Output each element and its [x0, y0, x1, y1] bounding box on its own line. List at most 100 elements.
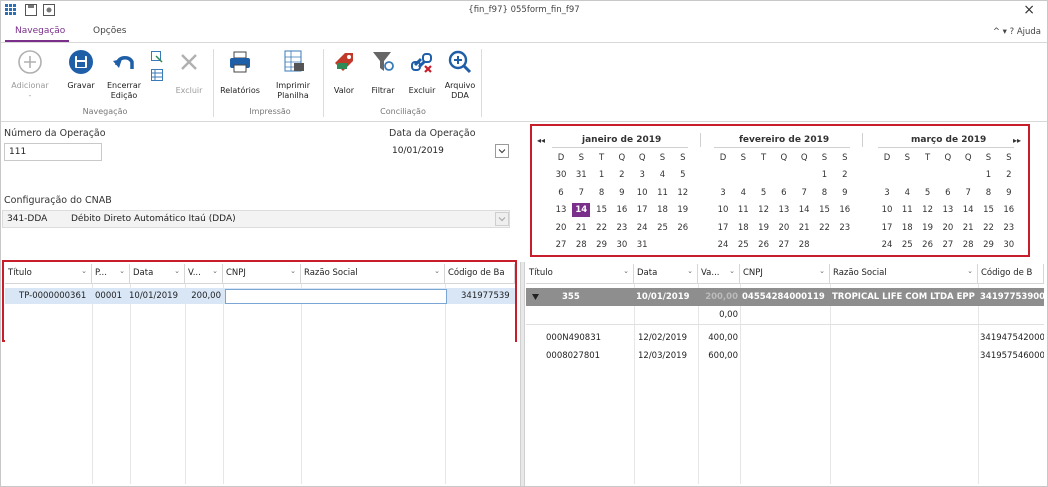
calendar-day[interactable]: 10	[633, 186, 651, 200]
calendar-day[interactable]: 10	[714, 203, 732, 217]
calendar-prev-icon[interactable]: ◂◂	[537, 136, 545, 145]
calendar-day[interactable]: 5	[674, 168, 692, 182]
calendar-day[interactable]: 31	[572, 168, 590, 182]
col-header-cnpj[interactable]: CNPJ ⌄	[223, 264, 301, 284]
filtrar-button[interactable]: Filtrar	[365, 49, 401, 96]
calendar-day[interactable]: 22	[816, 221, 834, 235]
calendar-day[interactable]: 6	[775, 186, 793, 200]
calendar-day[interactable]: 19	[919, 221, 937, 235]
numero-operacao-field[interactable]: 111	[4, 143, 102, 161]
calendar-day[interactable]: 20	[552, 221, 570, 235]
calendar-day[interactable]: 2	[836, 168, 854, 182]
calendar-day[interactable]: 30	[552, 168, 570, 182]
col-header-codigo-barras[interactable]: Código de Ba	[445, 264, 515, 284]
calendar-day[interactable]: 12	[674, 186, 692, 200]
column-dropdown-icon[interactable]: ⌄	[729, 267, 735, 275]
calendar-day[interactable]: 7	[959, 186, 977, 200]
calendar-day[interactable]: 5	[919, 186, 937, 200]
column-dropdown-icon[interactable]: ⌄	[290, 267, 296, 275]
calendar-day[interactable]: 1	[980, 168, 998, 182]
relatorios-button[interactable]: Relatórios	[217, 49, 263, 96]
calendar-day[interactable]: 25	[734, 238, 752, 252]
calendar-day[interactable]: 16	[1000, 203, 1018, 217]
help-label[interactable]: Ajuda	[1017, 27, 1041, 37]
calendar-day[interactable]: 7	[572, 186, 590, 200]
col-header-parcela[interactable]: P... ⌄	[92, 264, 130, 284]
tab-opcoes[interactable]: Opções	[93, 26, 126, 36]
column-dropdown-icon[interactable]: ⌄	[174, 267, 180, 275]
calendar-day[interactable]: 13	[552, 203, 570, 217]
calendar-day[interactable]: 1	[816, 168, 834, 182]
calendar-day[interactable]: 17	[878, 221, 896, 235]
calendar-day[interactable]: 19	[755, 221, 773, 235]
calendar-day[interactable]: 17	[714, 221, 732, 235]
calendar-day[interactable]: 29	[980, 238, 998, 252]
calendar-day[interactable]: 5	[755, 186, 773, 200]
imprimir-planilha-button[interactable]: Imprimir Planilha	[267, 49, 319, 101]
gravar-button[interactable]: Gravar	[61, 49, 101, 91]
calendar-day[interactable]: 17	[633, 203, 651, 217]
data-operacao-field[interactable]: 10/01/2019	[387, 142, 511, 160]
calendar-day[interactable]: 14	[795, 203, 813, 217]
calendar-day[interactable]: 22	[593, 221, 611, 235]
calendar-day[interactable]: 28	[959, 238, 977, 252]
col-header-razao-social[interactable]: Razão Social ⌄	[830, 264, 978, 284]
calendar-day[interactable]: 24	[633, 221, 651, 235]
calendar-day[interactable]: 25	[654, 221, 672, 235]
calendar-day[interactable]: 3	[714, 186, 732, 200]
column-dropdown-icon[interactable]: ⌄	[623, 267, 629, 275]
column-dropdown-icon[interactable]: ⌄	[967, 267, 973, 275]
encerrar-edicao-button[interactable]: Encerrar Edição	[103, 49, 145, 101]
ribbon-controls-icon[interactable]: ^ ▾ ?	[993, 27, 1014, 37]
calendar-day[interactable]: 11	[654, 186, 672, 200]
col-header-titulo[interactable]: Título ⌄	[526, 264, 634, 284]
calendar-day[interactable]: 26	[755, 238, 773, 252]
valor-button[interactable]: Valor	[327, 49, 361, 96]
calendar-day[interactable]: 7	[795, 186, 813, 200]
configuracao-cnab-select[interactable]: 341-DDA Débito Direto Automático Itaú (D…	[2, 210, 510, 228]
calendar-day[interactable]: 27	[939, 238, 957, 252]
calendar-day[interactable]: 12	[919, 203, 937, 217]
tab-navegacao[interactable]: Navegação	[15, 26, 65, 36]
calendar-day[interactable]: 25	[898, 238, 916, 252]
calendar-day[interactable]: 18	[898, 221, 916, 235]
calendar-day[interactable]: 15	[980, 203, 998, 217]
calendar-day[interactable]: 26	[674, 221, 692, 235]
calendar-day[interactable]: 30	[613, 238, 631, 252]
calendar-day[interactable]: 22	[980, 221, 998, 235]
calendar-day[interactable]: 19	[674, 203, 692, 217]
calendar-day[interactable]: 30	[1000, 238, 1018, 252]
calendar-day[interactable]: 8	[816, 186, 834, 200]
help-area[interactable]: ^ ▾ ? Ajuda	[993, 27, 1041, 37]
column-dropdown-icon[interactable]: ⌄	[212, 267, 218, 275]
table-row[interactable]: 000N490831 12/02/2019 400,00 341947542000	[526, 330, 1044, 346]
col-header-codigo-barras[interactable]: Código de B	[978, 264, 1044, 284]
calendar-day[interactable]: 1	[593, 168, 611, 182]
panel-splitter[interactable]	[520, 262, 525, 486]
calendar-day[interactable]: 18	[654, 203, 672, 217]
close-icon[interactable]: ×	[1023, 2, 1035, 18]
calendar-day[interactable]: 8	[980, 186, 998, 200]
collapse-triangle-icon[interactable]	[532, 294, 539, 300]
calendar-day[interactable]: 31	[633, 238, 651, 252]
calendar-day[interactable]: 3	[878, 186, 896, 200]
calendar-day[interactable]: 23	[836, 221, 854, 235]
calendar-day[interactable]: 11	[734, 203, 752, 217]
col-header-valor[interactable]: V... ⌄	[185, 264, 223, 284]
column-dropdown-icon[interactable]: ⌄	[687, 267, 693, 275]
col-header-data[interactable]: Data ⌄	[130, 264, 185, 284]
calendar-day[interactable]: 28	[572, 238, 590, 252]
calendar-day[interactable]: 9	[836, 186, 854, 200]
calendar-day[interactable]: 9	[1000, 186, 1018, 200]
calendar-day[interactable]: 27	[775, 238, 793, 252]
column-dropdown-icon[interactable]: ⌄	[819, 267, 825, 275]
col-header-razao-social[interactable]: Razão Social ⌄	[301, 264, 445, 284]
group-row[interactable]: 355 10/01/2019 200,00 04554284000119 TRO…	[526, 288, 1044, 306]
column-dropdown-icon[interactable]: ⌄	[119, 267, 125, 275]
col-header-titulo[interactable]: Título ⌄	[5, 264, 92, 284]
column-dropdown-icon[interactable]: ⌄	[81, 267, 87, 275]
calendar-day[interactable]: 21	[572, 221, 590, 235]
calendar-day[interactable]: 3	[633, 168, 651, 182]
calendar-day[interactable]: 20	[775, 221, 793, 235]
calendar-day[interactable]: 4	[734, 186, 752, 200]
